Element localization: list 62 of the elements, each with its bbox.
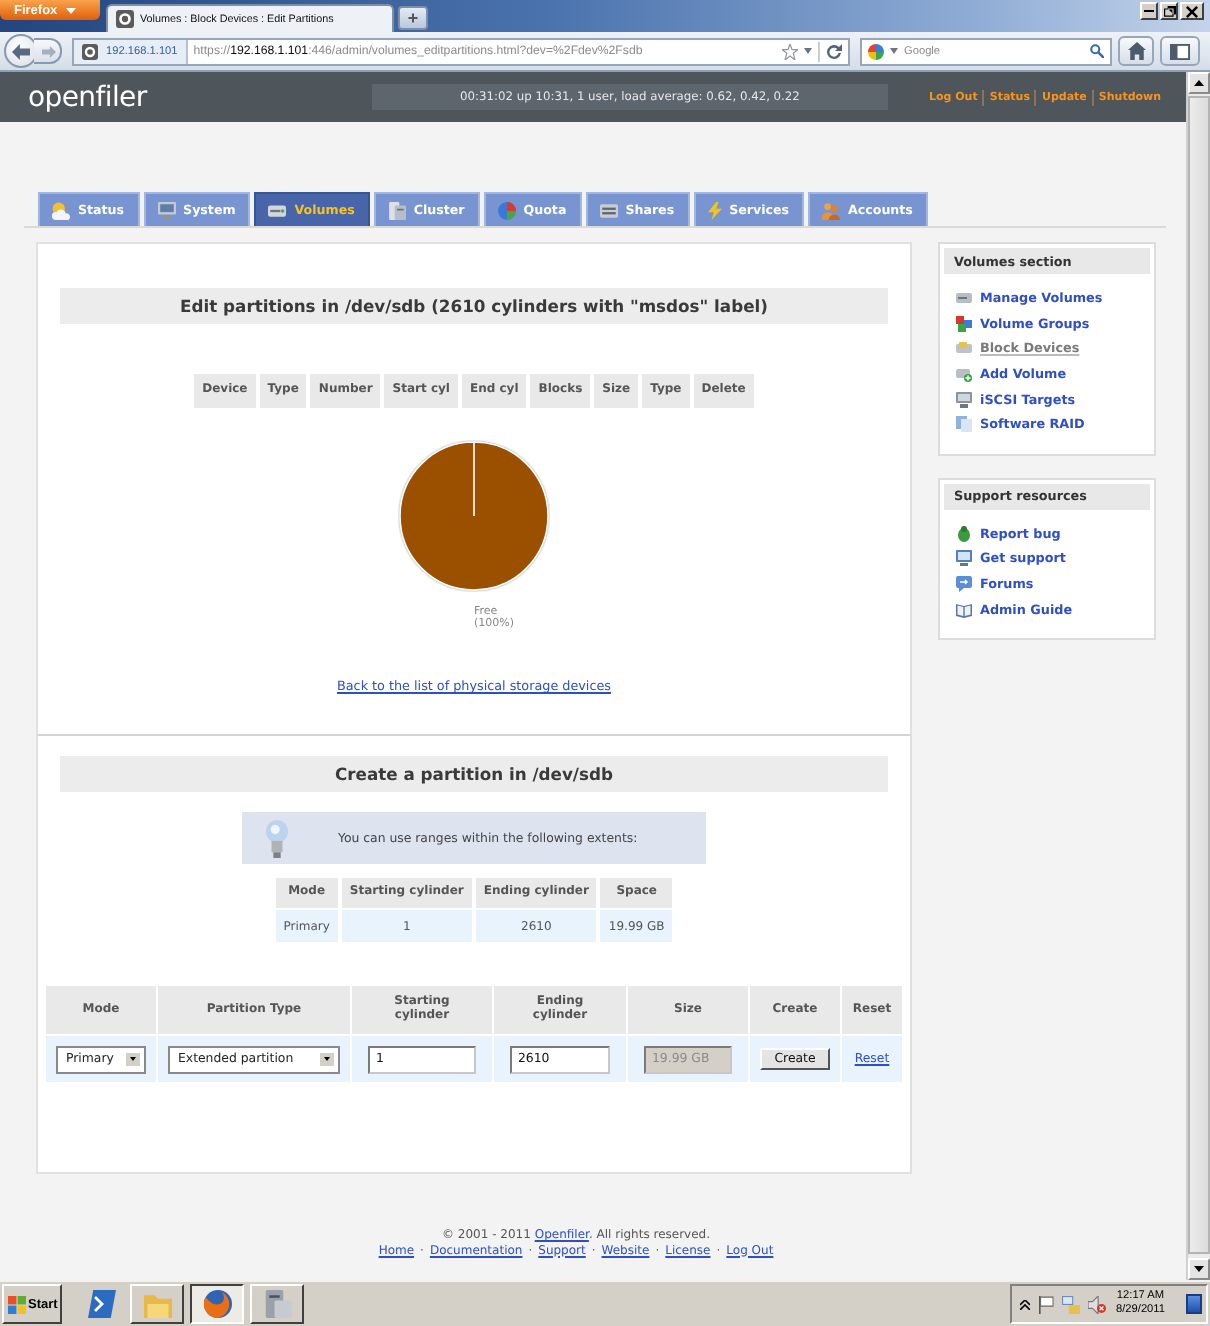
server-icon — [387, 201, 406, 219]
caret-icon — [804, 48, 812, 54]
close-icon — [1186, 5, 1198, 17]
restore-button[interactable] — [1160, 2, 1178, 20]
network-icon — [1062, 1295, 1080, 1313]
pie-chart-icon — [497, 201, 516, 219]
show-desktop-button[interactable] — [1186, 1294, 1202, 1314]
storage-icon — [599, 201, 618, 219]
home-icon — [1127, 42, 1145, 60]
up-arrow-icon — [1194, 80, 1204, 86]
flag-icon — [1038, 1295, 1054, 1313]
star-icon — [782, 43, 798, 59]
light-bulb-icon — [266, 819, 288, 857]
book-icon — [956, 601, 972, 618]
sun-cloud-icon — [52, 201, 70, 219]
chevron-up-icon — [1020, 1299, 1030, 1309]
bug-icon — [956, 525, 972, 542]
dropdown-arrow-icon — [320, 1052, 334, 1066]
site-icon — [82, 43, 98, 59]
logo: openfiler — [28, 81, 147, 113]
caret-icon — [65, 7, 76, 13]
down-arrow-icon — [1194, 1266, 1204, 1272]
windows-logo-icon — [8, 1295, 26, 1313]
minimize-button[interactable] — [1140, 2, 1158, 20]
close-button[interactable] — [1180, 2, 1204, 20]
caret-icon — [890, 48, 898, 54]
site-icon — [116, 10, 134, 28]
drive-icon — [956, 290, 972, 307]
lightning-icon — [707, 201, 722, 219]
section-title: Create a partition in /dev/sdb — [60, 756, 888, 792]
drive-icon — [268, 201, 287, 219]
forward-arrow-icon — [42, 45, 56, 57]
home-button[interactable] — [1118, 36, 1154, 66]
scroll-up-button[interactable] — [1188, 72, 1210, 94]
comment-icon — [956, 576, 972, 593]
computer-icon — [157, 201, 176, 219]
section-title: Edit partitions in /dev/sdb (2610 cylinders with "msdos" label) — [60, 288, 888, 324]
new-tab-button[interactable]: + — [398, 6, 428, 30]
search-icon — [1090, 44, 1104, 58]
browser-icon — [203, 1290, 231, 1318]
server-icon — [263, 1290, 291, 1318]
users-icon — [822, 201, 841, 219]
folder-icon — [143, 1290, 171, 1318]
minimize-icon — [1144, 9, 1154, 13]
back-button[interactable] — [4, 34, 38, 68]
pages-icon — [956, 416, 972, 433]
search-engine-icon — [868, 43, 884, 59]
dropdown-arrow-icon — [126, 1052, 140, 1066]
restore-icon — [1163, 5, 1175, 17]
monitor-icon — [956, 550, 972, 567]
taskbar-button[interactable] — [190, 1284, 244, 1324]
speaker-muted-icon — [1088, 1295, 1106, 1313]
bookmarks-button[interactable] — [1160, 36, 1200, 66]
computer-icon — [956, 391, 972, 408]
back-arrow-icon — [12, 43, 30, 59]
scroll-down-button[interactable] — [1188, 1258, 1210, 1280]
drive-add-icon — [956, 366, 972, 383]
panel-icon — [1170, 43, 1190, 59]
terminal-icon — [87, 1290, 115, 1318]
reload-icon — [826, 43, 842, 59]
cubes-icon — [956, 315, 972, 332]
forward-button[interactable] — [34, 38, 62, 64]
